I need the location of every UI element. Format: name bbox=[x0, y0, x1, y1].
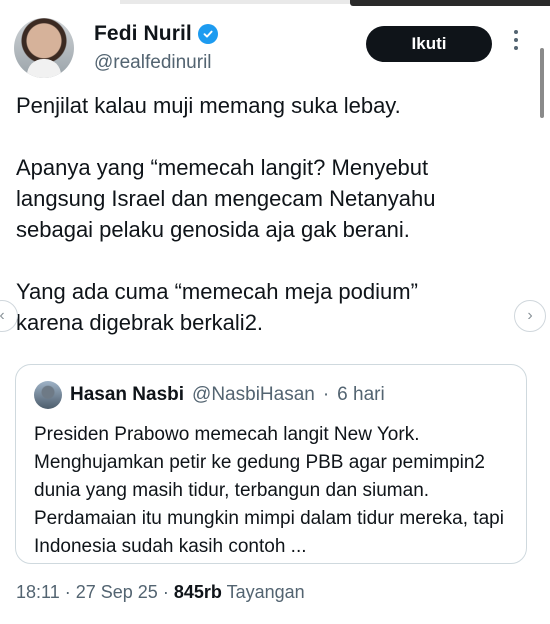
tweet-paragraph: Apanya yang “memecah langit? Menyebut la… bbox=[16, 155, 436, 242]
top-strip-grey bbox=[120, 0, 350, 4]
quoted-author-handle: @NasbiHasan bbox=[192, 384, 315, 405]
author-display-name[interactable]: Fedi Nuril bbox=[94, 22, 192, 46]
meta-separator: · bbox=[162, 582, 169, 602]
author-avatar[interactable] bbox=[14, 18, 74, 78]
tweet-header: Fedi Nuril @realfedinuril Ikuti bbox=[14, 16, 534, 78]
author-name-row: Fedi Nuril bbox=[94, 22, 218, 46]
tweet-paragraph: Penjilat kalau muji memang suka lebay. bbox=[16, 93, 401, 118]
more-options-icon[interactable] bbox=[510, 30, 522, 60]
top-strip-dark bbox=[350, 0, 550, 6]
author-handle[interactable]: @realfedinuril bbox=[94, 52, 212, 74]
follow-button[interactable]: Ikuti bbox=[366, 26, 492, 62]
tweet-date[interactable]: 27 Sep 25 bbox=[76, 582, 158, 602]
tweet-time[interactable]: 18:11 bbox=[16, 582, 60, 602]
quoted-tweet-card[interactable]: Hasan Nasbi @NasbiHasan · 6 hari Preside… bbox=[15, 364, 527, 564]
quoted-tweet-header: Hasan Nasbi @NasbiHasan · 6 hari bbox=[34, 381, 385, 409]
quoted-tweet-text: Presiden Prabowo memecah langit New York… bbox=[34, 424, 504, 557]
chevron-right-icon[interactable]: › bbox=[514, 300, 546, 332]
quoted-time: 6 hari bbox=[337, 384, 385, 405]
tweet-meta: 18:11 · 27 Sep 25 · 845rb Tayangan bbox=[16, 582, 305, 603]
tweet-paragraph: Yang ada cuma “memecah meja podium” kare… bbox=[16, 279, 418, 335]
tweet-text: Penjilat kalau muji memang suka lebay. A… bbox=[16, 90, 526, 338]
views-count: 845rb bbox=[173, 582, 222, 602]
scrollbar[interactable] bbox=[540, 48, 544, 118]
quoted-separator: · bbox=[322, 384, 330, 405]
meta-separator: · bbox=[64, 582, 71, 602]
verified-badge-icon bbox=[197, 24, 218, 44]
views-label: Tayangan bbox=[226, 582, 305, 602]
quoted-author-name: Hasan Nasbi bbox=[70, 384, 185, 405]
quoted-author-avatar bbox=[34, 381, 62, 409]
